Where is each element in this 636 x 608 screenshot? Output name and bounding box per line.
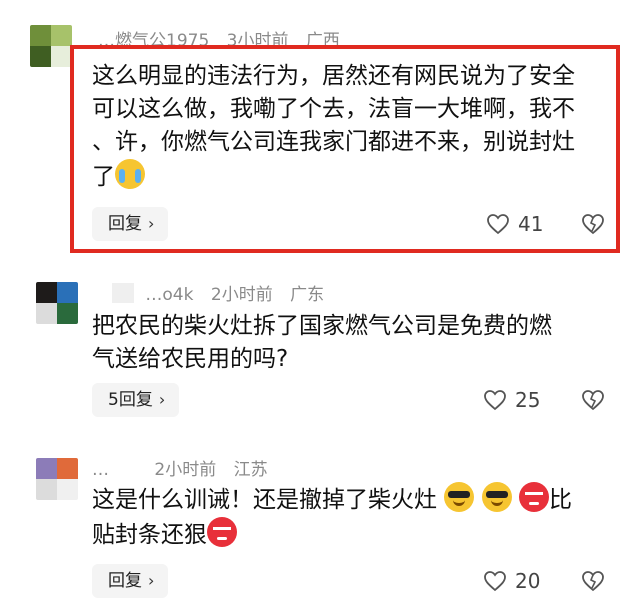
avatar-placeholder — [112, 283, 134, 303]
sunglasses-emoji-icon — [481, 482, 512, 512]
angry-emoji-icon — [518, 482, 549, 512]
chevron-right-icon: › — [148, 214, 155, 233]
avatar[interactable] — [30, 25, 72, 67]
location: 江苏 — [233, 460, 268, 480]
reply-button[interactable]: 回复 › — [92, 207, 169, 241]
username[interactable]: …o4k — [145, 285, 193, 305]
avatar[interactable] — [36, 282, 78, 324]
comment-text: 这么明显的违法行为，居然还有网民说为了安全 可以这么做，我嘞了个去，法盲一大堆啊… — [92, 63, 575, 190]
sunglasses-emoji-icon — [444, 482, 475, 512]
username[interactable]: … — [92, 460, 109, 480]
broken-heart-icon — [582, 390, 604, 411]
avatar[interactable] — [36, 458, 78, 500]
dislike-button[interactable] — [581, 213, 605, 239]
like-count: 25 — [515, 388, 541, 412]
broken-heart-icon — [582, 571, 604, 592]
heart-outline-icon — [484, 571, 506, 592]
comment-meta: …o4k 2小时前 广东 — [112, 280, 336, 305]
like-button[interactable]: 41 — [486, 212, 543, 236]
like-count: 20 — [515, 569, 541, 593]
location: 广东 — [290, 285, 325, 305]
heart-outline-icon — [484, 390, 506, 411]
dislike-button[interactable] — [581, 389, 605, 415]
timestamp: 2小时前 — [154, 460, 217, 480]
comment-text: 把农民的柴火灶拆了国家燃气公司是免费的燃 气送给农民用的吗? — [92, 313, 552, 372]
like-button[interactable]: 20 — [483, 569, 540, 593]
timestamp: 2小时前 — [210, 285, 273, 305]
heart-outline-icon — [487, 214, 509, 235]
reply-button[interactable]: 回复 › — [92, 564, 169, 598]
comment-text: 这是什么训诫！还是撤掉了柴火灶 比 贴封条还狠 — [92, 482, 572, 552]
chevron-right-icon: › — [148, 571, 155, 590]
chevron-right-icon: › — [158, 390, 166, 409]
like-button[interactable]: 25 — [483, 388, 540, 412]
reply-button[interactable]: 5回复 › — [92, 383, 180, 417]
dislike-button[interactable] — [581, 570, 605, 596]
broken-heart-icon — [582, 214, 604, 235]
comment-meta: … 2小时前 江苏 — [92, 455, 280, 480]
angry-emoji-icon — [207, 517, 237, 547]
like-count: 41 — [518, 212, 544, 236]
crying-emoji-icon — [115, 159, 145, 189]
